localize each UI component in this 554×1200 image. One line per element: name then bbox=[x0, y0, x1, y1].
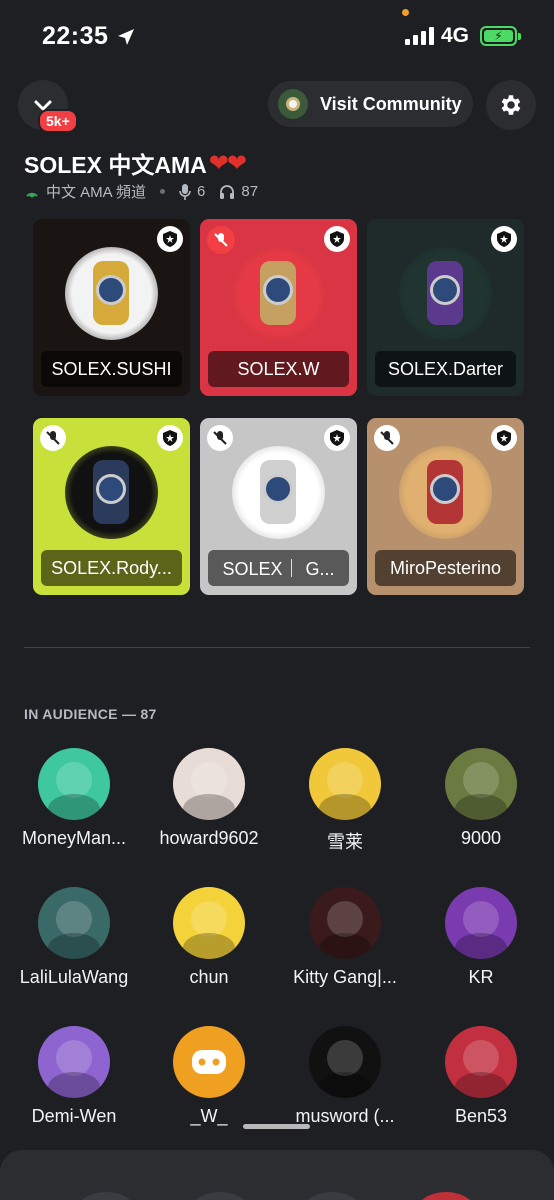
watch-face bbox=[96, 275, 126, 305]
speaker-tile[interactable]: MiroPesterino bbox=[367, 418, 524, 595]
speaker-name: SOLEX.Rody... bbox=[41, 550, 182, 586]
stage-info: 中文 AMA 頻道 6 87 bbox=[24, 181, 258, 202]
watch-face bbox=[263, 474, 293, 504]
watch-face bbox=[430, 474, 460, 504]
member-name: chun bbox=[189, 967, 229, 987]
muted-icon bbox=[40, 425, 66, 451]
location-arrow-icon bbox=[118, 28, 135, 45]
settings-button[interactable] bbox=[486, 80, 536, 130]
speaker-tile[interactable]: SOLEX.W bbox=[200, 219, 357, 396]
moderator-shield-icon bbox=[324, 226, 350, 252]
avatar bbox=[173, 748, 245, 820]
speakers-count: 6 bbox=[197, 183, 206, 200]
audience-member[interactable]: 9000 bbox=[413, 748, 549, 849]
signal-icon bbox=[405, 27, 434, 45]
avatar bbox=[445, 1026, 517, 1098]
speaker-tile[interactable]: SOLEX.SUSHI bbox=[33, 219, 190, 396]
muted-icon bbox=[207, 226, 235, 254]
avatar bbox=[173, 887, 245, 959]
audience-member[interactable]: _W_ bbox=[141, 1026, 277, 1127]
microphone-icon bbox=[179, 183, 191, 200]
visit-community-button[interactable]: Visit Community bbox=[268, 81, 473, 127]
stage-channel-icon bbox=[26, 192, 38, 197]
moderator-shield-icon bbox=[491, 226, 517, 252]
watch-face bbox=[96, 474, 126, 504]
moderator-shield-icon bbox=[491, 425, 517, 451]
listeners-count: 87 bbox=[241, 183, 259, 200]
avatar bbox=[38, 1026, 110, 1098]
avatar bbox=[309, 748, 381, 820]
audience-member[interactable]: KR bbox=[413, 887, 549, 988]
audience-heading: IN AUDIENCE — 87 bbox=[24, 706, 157, 722]
stage-title-text: SOLEX 中文AMA bbox=[24, 152, 207, 178]
moderator-shield-icon bbox=[157, 425, 183, 451]
speaker-name: SOLEX.Darter bbox=[375, 351, 516, 387]
gear-icon bbox=[501, 95, 521, 115]
audience-member[interactable]: musword (... bbox=[277, 1026, 413, 1127]
clock: 22:35 bbox=[42, 22, 136, 51]
member-name: howard9602 bbox=[159, 828, 259, 848]
member-name: Kitty Gang|... bbox=[293, 967, 397, 987]
avatar bbox=[309, 1026, 381, 1098]
speaker-name: SOLEX.W bbox=[208, 351, 349, 387]
avatar bbox=[309, 887, 381, 959]
avatar bbox=[173, 1026, 245, 1098]
muted-icon bbox=[374, 425, 400, 451]
member-name: Ben53 bbox=[454, 1106, 508, 1126]
muted-icon bbox=[207, 425, 233, 451]
avatar bbox=[38, 748, 110, 820]
notification-badge: 5k+ bbox=[38, 109, 78, 133]
heart-icons: ❤❤ bbox=[208, 149, 247, 177]
avatar bbox=[445, 887, 517, 959]
headphones-icon bbox=[220, 184, 235, 199]
channel-name: 中文 AMA 頻道 bbox=[46, 184, 147, 201]
speaker-tile[interactable]: SOLEX.Darter bbox=[367, 219, 524, 396]
speaker-tile[interactable]: SOLEX.Rody... bbox=[33, 418, 190, 595]
speaker-tile[interactable]: SOLEX｜ G... bbox=[200, 418, 357, 595]
battery-icon: ⚡ bbox=[480, 26, 521, 46]
audience-member[interactable]: MoneyMan... bbox=[6, 748, 142, 849]
member-name: 9000 bbox=[460, 828, 502, 848]
member-name: KR bbox=[468, 967, 494, 987]
stage-title: SOLEX 中文AMA ❤❤ bbox=[24, 146, 247, 180]
speaker-name: MiroPesterino bbox=[375, 550, 516, 586]
clock-text: 22:35 bbox=[42, 22, 109, 50]
audience-member[interactable]: LaliLulaWang bbox=[6, 887, 142, 988]
member-name: 雪莱 bbox=[327, 832, 363, 852]
avatar bbox=[445, 748, 517, 820]
audience-member[interactable]: chun bbox=[141, 887, 277, 988]
visit-community-label: Visit Community bbox=[320, 93, 462, 114]
avatar bbox=[38, 887, 110, 959]
discord-logo-icon bbox=[192, 1050, 226, 1074]
member-name: MoneyMan... bbox=[21, 828, 127, 848]
speaker-name: SOLEX｜ G... bbox=[208, 550, 349, 586]
divider bbox=[24, 647, 530, 648]
moderator-shield-icon bbox=[324, 425, 350, 451]
bottom-control-tray[interactable] bbox=[0, 1150, 554, 1200]
community-icon bbox=[278, 89, 308, 119]
watch-face bbox=[430, 275, 460, 305]
member-name: Demi-Wen bbox=[31, 1106, 117, 1126]
audience-member[interactable]: 雪莱 bbox=[277, 748, 413, 854]
audience-member[interactable]: Demi-Wen bbox=[6, 1026, 142, 1127]
watch-face bbox=[263, 275, 293, 305]
moderator-shield-icon bbox=[157, 226, 183, 252]
speaker-name: SOLEX.SUSHI bbox=[41, 351, 182, 387]
audience-member[interactable]: Ben53 bbox=[413, 1026, 549, 1127]
member-name: LaliLulaWang bbox=[19, 967, 129, 987]
network-label: 4G bbox=[441, 24, 470, 47]
home-indicator[interactable] bbox=[243, 1124, 310, 1129]
audience-member[interactable]: Kitty Gang|... bbox=[277, 887, 413, 988]
privacy-dot bbox=[402, 9, 409, 16]
audience-member[interactable]: howard9602 bbox=[141, 748, 277, 849]
status-bar: 22:35 4G ⚡ bbox=[0, 0, 554, 75]
